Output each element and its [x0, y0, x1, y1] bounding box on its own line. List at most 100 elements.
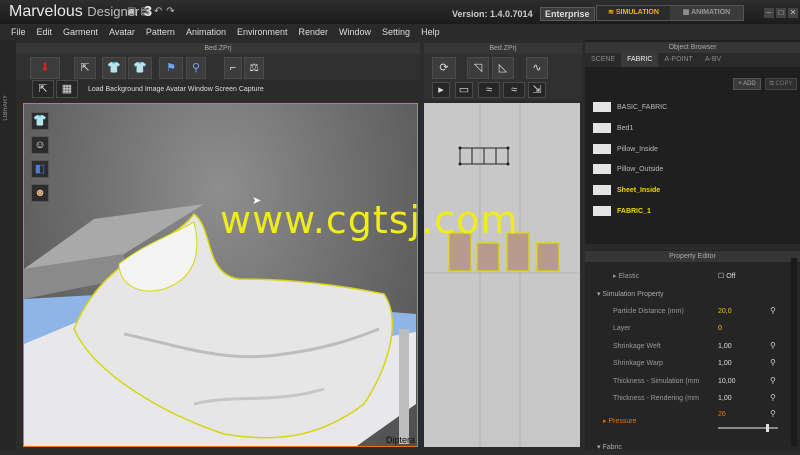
menu-help[interactable]: Help: [421, 24, 440, 40]
copy-fabric-button[interactable]: ⧉ COPY: [765, 78, 797, 90]
menu-render[interactable]: Render: [299, 24, 329, 40]
tab-a-point[interactable]: A-POINT: [658, 53, 698, 67]
property-row: Shrinkage Weft 1,00 ⚲: [585, 338, 785, 355]
section-header[interactable]: ▾ Fabric: [585, 438, 785, 455]
property-value[interactable]: 26: [718, 411, 726, 418]
tab-fabric[interactable]: FABRIC: [621, 53, 659, 67]
garment-move-icon[interactable]: 👕: [128, 57, 152, 79]
list-item[interactable]: FABRIC_1: [593, 204, 651, 218]
seam-icon[interactable]: ∿: [526, 57, 548, 79]
measure-icon[interactable]: ⌐: [224, 57, 242, 79]
menu-bar: File Edit Garment Avatar Pattern Animati…: [0, 24, 800, 40]
edit-pattern-icon[interactable]: ◹: [467, 57, 489, 79]
property-row: Particle Distance (mm) 20,0 ⚲: [585, 303, 785, 320]
viewport-label: Diptera: [385, 435, 415, 445]
fabric-swatch: [593, 123, 611, 133]
pin-icon[interactable]: ⚲: [770, 341, 776, 350]
property-value[interactable]: 1,00: [718, 360, 732, 367]
property-value[interactable]: 1,00: [718, 343, 732, 350]
edit-curvature-icon[interactable]: ◺: [492, 57, 514, 79]
minimize-icon[interactable]: –: [764, 8, 774, 18]
viewport-2d[interactable]: [424, 103, 580, 447]
menu-animation[interactable]: Animation: [186, 24, 226, 40]
menu-environment[interactable]: Environment: [237, 24, 288, 40]
menu-garment[interactable]: Garment: [63, 24, 98, 40]
tshirt-icon[interactable]: 👕: [31, 112, 49, 130]
watermark: www.cgtsj.com: [220, 198, 519, 242]
mode-switch: ≋ SIMULATION ▦ ANIMATION: [596, 5, 744, 21]
animation-mode-button[interactable]: ▦ ANIMATION: [670, 6, 743, 20]
property-value[interactable]: 1,00: [718, 395, 732, 402]
pin-icon[interactable]: ⚲: [770, 306, 776, 315]
rectangle-icon[interactable]: ▭: [455, 82, 473, 98]
fabric-name: Pillow_Outside: [617, 165, 664, 173]
menu-avatar[interactable]: Avatar: [109, 24, 135, 40]
library-tab[interactable]: LIBRARY: [0, 40, 16, 450]
property-row: Thickness - Simulation (mm 10,00 ⚲: [585, 373, 785, 390]
property-value[interactable]: 20,0: [718, 308, 732, 315]
simulate-icon[interactable]: ⬇: [30, 57, 60, 79]
save-icon[interactable]: ▣: [127, 6, 136, 17]
list-item[interactable]: Bed1: [593, 121, 633, 135]
section-header[interactable]: ▾ Simulation Property: [585, 285, 785, 302]
maximize-icon[interactable]: □: [776, 8, 786, 18]
segment-sew-icon[interactable]: ≈: [478, 82, 500, 98]
pin-icon[interactable]: ⚲: [770, 376, 776, 385]
secondary-tools[interactable]: Load Background Image Avatar Window Scre…: [88, 82, 264, 98]
property-label: Shrinkage Warp: [613, 360, 663, 367]
title-bar: Marvelous Designer 3 ▣ ▤ ↶ ↷ Version: 1.…: [0, 0, 800, 24]
bed-scene: [24, 204, 416, 446]
grid-icon[interactable]: ▦: [56, 80, 78, 98]
texture-icon[interactable]: ◧: [31, 160, 49, 178]
object-browser-title: Object Browser: [585, 42, 800, 53]
open-icon[interactable]: ▤: [140, 6, 149, 17]
pressure-slider-thumb[interactable]: [766, 424, 770, 432]
internal-line-icon[interactable]: ⇲: [528, 82, 546, 98]
transform-pattern-icon[interactable]: ⟳: [432, 57, 456, 79]
tab-scene[interactable]: SCENE: [585, 53, 621, 67]
elastic-toggle[interactable]: ☐ Off: [718, 272, 735, 280]
property-row: Shrinkage Warp 1,00 ⚲: [585, 355, 785, 372]
property-value[interactable]: 0: [718, 325, 722, 332]
garment-select-icon[interactable]: 👕: [102, 57, 126, 79]
menu-file[interactable]: File: [11, 24, 26, 40]
edition-badge: Enterprise: [540, 7, 595, 21]
undo-icon[interactable]: ↶: [154, 6, 162, 17]
pressure-slider[interactable]: [718, 424, 778, 432]
list-item[interactable]: Pillow_Inside: [593, 142, 658, 156]
pin-icon[interactable]: ⚲: [770, 393, 776, 402]
add-fabric-button[interactable]: + ADD: [733, 78, 761, 90]
menu-pattern[interactable]: Pattern: [146, 24, 175, 40]
property-label: ▸ Pressure: [603, 418, 637, 425]
tack-icon[interactable]: ⚲: [186, 57, 206, 79]
fabric-swatch: [593, 185, 611, 195]
pin-icon[interactable]: ⚲: [770, 409, 776, 418]
list-item[interactable]: BASIC_FABRIC: [593, 100, 667, 114]
head-icon[interactable]: ☻: [31, 184, 49, 202]
avatar-measure-icon[interactable]: ⚖: [244, 57, 264, 79]
pin-icon[interactable]: ⚲: [770, 358, 776, 367]
list-item[interactable]: Pillow_Outside: [593, 162, 663, 176]
tab-a-bv[interactable]: A-BV: [699, 53, 727, 67]
menu-window[interactable]: Window: [339, 24, 371, 40]
free-sew-icon[interactable]: ≈: [503, 82, 525, 98]
menu-setting[interactable]: Setting: [382, 24, 410, 40]
menu-edit[interactable]: Edit: [37, 24, 53, 40]
browser-tabs: SCENE FABRIC A-POINT A-BV: [585, 53, 800, 67]
fabric-name: Sheet_Inside: [617, 186, 661, 194]
redo-icon[interactable]: ↷: [166, 6, 174, 17]
pin-icon[interactable]: ⚑: [159, 57, 183, 79]
close-icon[interactable]: ✕: [788, 8, 798, 18]
avatar-icon[interactable]: ☺: [31, 136, 49, 154]
fabric-swatch: [593, 206, 611, 216]
property-value[interactable]: 10,00: [718, 378, 736, 385]
list-item[interactable]: Sheet_Inside: [593, 183, 660, 197]
simulation-mode-button[interactable]: ≋ SIMULATION: [597, 6, 670, 20]
viewport-3d[interactable]: 👕 ☺ ◧ ☻ ➤ Diptera: [23, 103, 418, 447]
property-scrollbar[interactable]: [791, 258, 797, 446]
select-mesh-icon[interactable]: ⇱: [32, 80, 54, 98]
property-label: ▸ Elastic: [613, 273, 640, 280]
polygon-icon[interactable]: ▸: [432, 82, 450, 98]
select-move-icon[interactable]: ⇱: [74, 57, 96, 79]
fabric-swatch: [593, 102, 611, 112]
